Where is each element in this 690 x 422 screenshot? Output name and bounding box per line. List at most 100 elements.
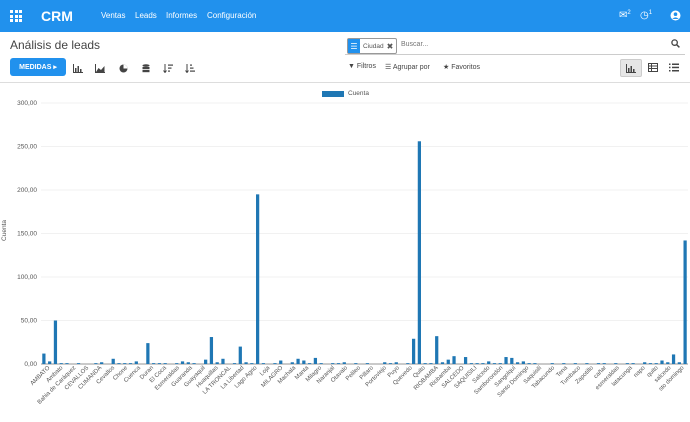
bar[interactable] bbox=[423, 363, 427, 364]
bar[interactable] bbox=[279, 360, 283, 364]
bar[interactable] bbox=[157, 363, 162, 364]
bar[interactable] bbox=[463, 357, 468, 364]
bar[interactable] bbox=[215, 362, 219, 364]
bar[interactable] bbox=[510, 357, 514, 364]
bar[interactable] bbox=[152, 363, 156, 364]
bar[interactable] bbox=[365, 363, 370, 364]
sort-ascending-icon[interactable] bbox=[183, 62, 197, 74]
bar[interactable] bbox=[550, 363, 554, 364]
bar[interactable] bbox=[175, 363, 179, 364]
bar[interactable] bbox=[238, 346, 242, 364]
menu-leads[interactable]: Leads bbox=[135, 11, 157, 20]
bar[interactable] bbox=[331, 363, 335, 364]
bar[interactable] bbox=[53, 320, 58, 365]
bar[interactable] bbox=[313, 357, 318, 364]
bar[interactable] bbox=[596, 363, 601, 364]
bar[interactable] bbox=[648, 363, 653, 364]
list-view-button[interactable] bbox=[664, 59, 684, 75]
bar[interactable] bbox=[250, 363, 254, 364]
bar[interactable] bbox=[244, 362, 248, 364]
bar[interactable] bbox=[232, 363, 237, 364]
bar[interactable] bbox=[261, 363, 266, 364]
search-icon[interactable] bbox=[671, 39, 680, 50]
bar[interactable] bbox=[481, 363, 485, 364]
bar[interactable] bbox=[111, 358, 115, 364]
bar[interactable] bbox=[59, 363, 63, 364]
bar[interactable] bbox=[631, 363, 635, 364]
bar[interactable] bbox=[65, 363, 69, 364]
bar[interactable] bbox=[134, 361, 138, 364]
pivot-view-button[interactable] bbox=[643, 59, 663, 75]
bar[interactable] bbox=[671, 354, 676, 364]
bar[interactable] bbox=[221, 358, 225, 364]
bar[interactable] bbox=[394, 362, 398, 364]
group-by-button[interactable]: ☰ Agrupar por bbox=[385, 63, 430, 71]
stacked-icon[interactable] bbox=[139, 62, 153, 74]
bar[interactable] bbox=[562, 363, 566, 364]
bar[interactable] bbox=[498, 363, 502, 364]
bar[interactable] bbox=[643, 362, 647, 364]
apps-menu-icon[interactable] bbox=[10, 10, 22, 22]
bar[interactable] bbox=[192, 363, 196, 364]
bar[interactable] bbox=[660, 360, 664, 364]
bar[interactable] bbox=[383, 362, 387, 364]
pie-chart-mode-icon[interactable] bbox=[116, 62, 130, 74]
menu-configuracion[interactable]: Configuración bbox=[207, 11, 256, 20]
bar[interactable] bbox=[504, 357, 508, 364]
favorites-button[interactable]: ★ Favoritos bbox=[443, 63, 480, 71]
bar[interactable] bbox=[654, 363, 658, 364]
bar[interactable] bbox=[677, 362, 681, 364]
line-chart-mode-icon[interactable] bbox=[93, 62, 107, 74]
search-input[interactable] bbox=[401, 41, 651, 48]
bar[interactable] bbox=[336, 363, 341, 364]
bar[interactable] bbox=[487, 361, 491, 364]
bar[interactable] bbox=[209, 337, 214, 364]
bar[interactable] bbox=[186, 362, 190, 364]
bar[interactable] bbox=[406, 363, 410, 364]
bar[interactable] bbox=[429, 363, 433, 364]
menu-ventas[interactable]: Ventas bbox=[101, 11, 125, 20]
measures-button[interactable]: MEDIDAS ▸ bbox=[10, 58, 66, 76]
activities-icon[interactable]: ◷1 bbox=[640, 10, 652, 21]
bar[interactable] bbox=[435, 336, 439, 364]
bar[interactable] bbox=[446, 359, 450, 364]
bar[interactable] bbox=[342, 362, 346, 364]
bar[interactable] bbox=[94, 363, 98, 364]
bar[interactable] bbox=[666, 362, 670, 364]
app-brand[interactable]: CRM bbox=[41, 8, 73, 24]
bar[interactable] bbox=[585, 363, 589, 364]
bar[interactable] bbox=[533, 363, 537, 364]
bar[interactable] bbox=[602, 363, 606, 364]
bar[interactable] bbox=[469, 363, 473, 364]
menu-informes[interactable]: Informes bbox=[166, 11, 197, 20]
bar[interactable] bbox=[128, 363, 133, 364]
bar[interactable] bbox=[123, 363, 127, 364]
bar[interactable] bbox=[573, 363, 577, 364]
filters-button[interactable]: ▼ Filtros bbox=[348, 63, 376, 70]
bar[interactable] bbox=[48, 361, 52, 364]
bar[interactable] bbox=[417, 141, 421, 364]
remove-facet-icon[interactable]: ✖ bbox=[387, 42, 397, 51]
bar[interactable] bbox=[521, 361, 525, 364]
bar[interactable] bbox=[411, 338, 416, 364]
bar[interactable] bbox=[100, 362, 104, 364]
bar[interactable] bbox=[204, 359, 208, 364]
bar[interactable] bbox=[290, 362, 294, 364]
bar[interactable] bbox=[388, 363, 393, 364]
sort-descending-icon[interactable] bbox=[161, 62, 175, 74]
bar[interactable] bbox=[308, 363, 312, 364]
bar[interactable] bbox=[515, 362, 520, 364]
bar[interactable] bbox=[302, 360, 306, 364]
graph-view-button[interactable] bbox=[620, 59, 642, 77]
bar-chart-mode-icon[interactable] bbox=[71, 62, 85, 74]
bar[interactable] bbox=[296, 358, 300, 364]
bar[interactable] bbox=[117, 363, 121, 364]
bar[interactable] bbox=[452, 356, 456, 364]
bar[interactable] bbox=[76, 363, 81, 364]
bar[interactable] bbox=[492, 363, 497, 364]
bar[interactable] bbox=[42, 353, 46, 364]
bar[interactable] bbox=[354, 363, 358, 364]
bar[interactable] bbox=[527, 363, 531, 364]
bar[interactable] bbox=[319, 363, 323, 364]
bar[interactable] bbox=[146, 343, 150, 364]
